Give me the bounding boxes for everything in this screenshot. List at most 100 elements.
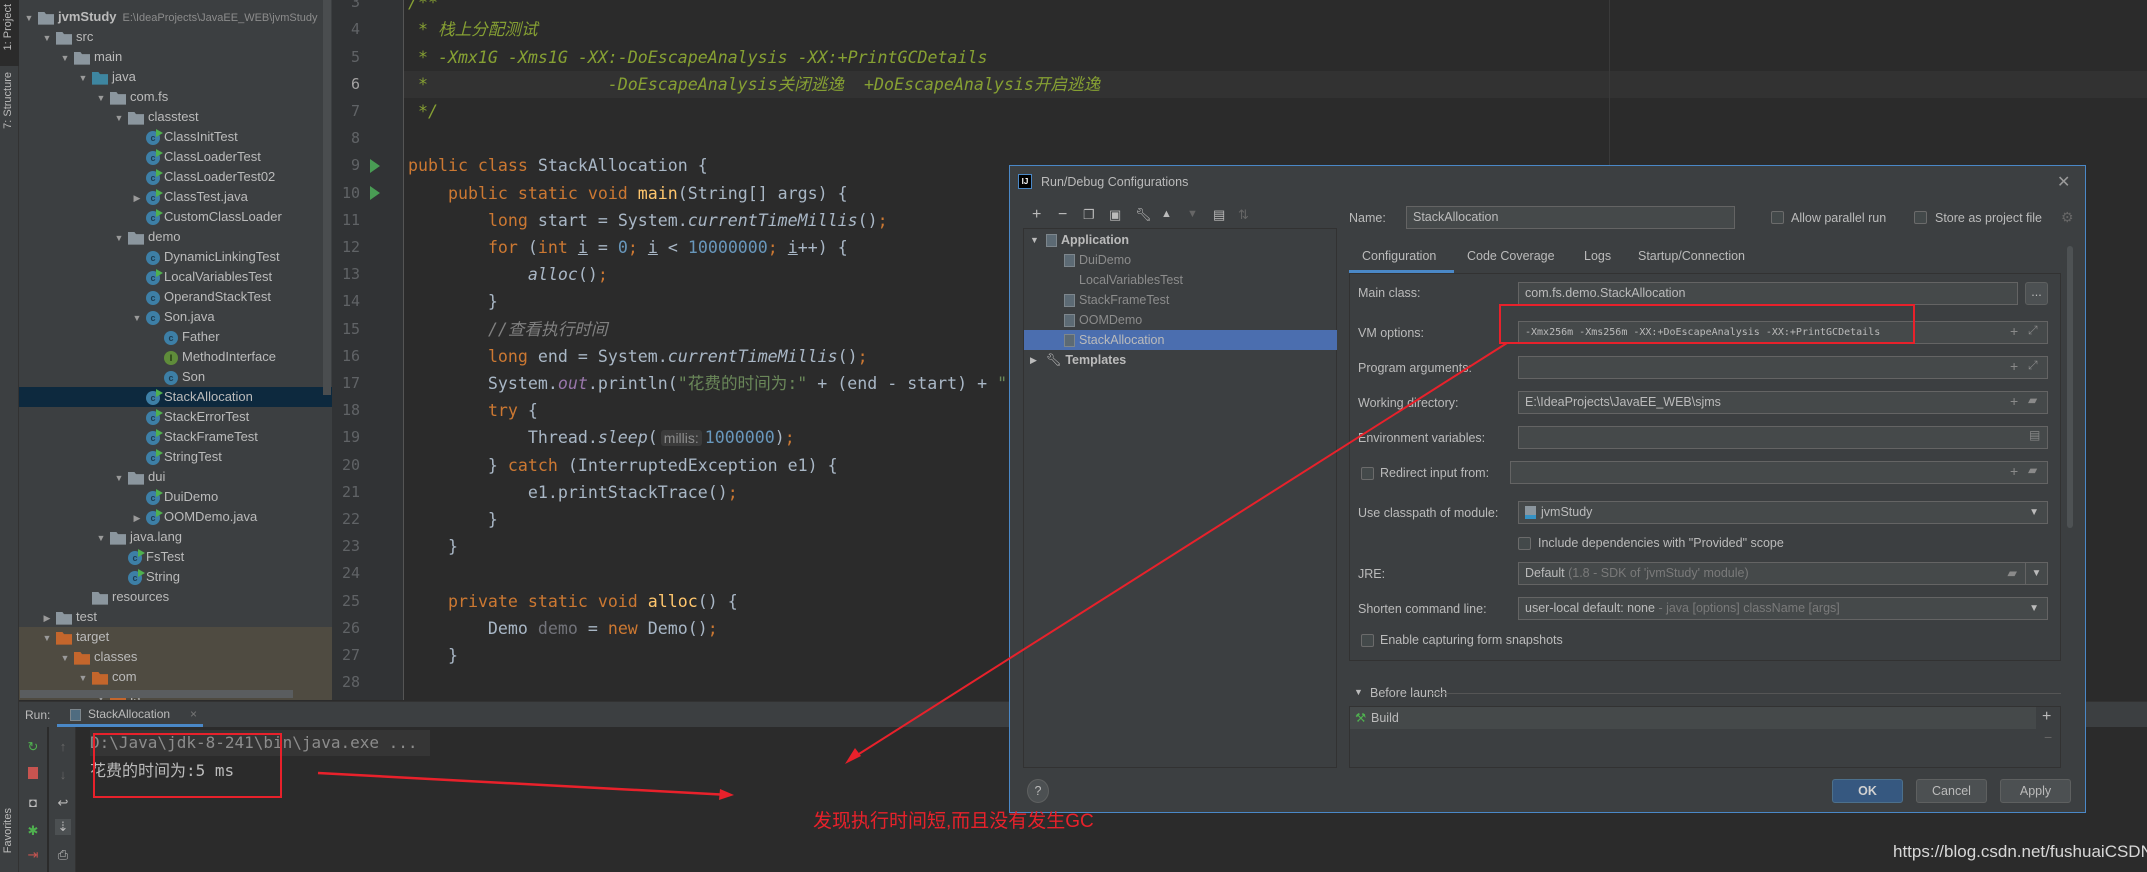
working-directory-input[interactable]: E:\IdeaProjects\JavaEE_WEB\sjms: [1518, 391, 2048, 414]
tree-item[interactable]: ▼ c Son.java: [19, 307, 332, 327]
tree-item[interactable]: ▼ target: [19, 627, 332, 647]
add-config-icon[interactable]: +: [1032, 206, 1041, 224]
tree-item[interactable]: c Father: [19, 327, 332, 347]
tree-item[interactable]: ▼ com: [19, 667, 332, 687]
jre-select[interactable]: Default (1.8 - SDK of 'jvmStudy' module)…: [1518, 562, 2048, 585]
collapse-arrow-icon[interactable]: ▶: [128, 188, 146, 208]
run-tab-stackallocation[interactable]: StackAllocation ×: [57, 702, 203, 727]
tree-item[interactable]: ▼ classtest: [19, 107, 332, 127]
tree-item[interactable]: ▼ dui: [19, 467, 332, 487]
move-up-icon[interactable]: ▲: [1161, 208, 1172, 220]
tree-vertical-scrollbar[interactable]: [323, 0, 331, 395]
tree-item[interactable]: ▶ test: [19, 607, 332, 627]
code-line[interactable]: [404, 125, 2147, 152]
tree-horizontal-scrollbar[interactable]: [20, 690, 293, 698]
close-tab-icon[interactable]: ×: [190, 707, 197, 721]
redirect-input-checkbox[interactable]: [1361, 467, 1374, 480]
expand-arrow-icon[interactable]: ▼: [110, 108, 128, 128]
tree-item[interactable]: ▼ src: [19, 27, 332, 47]
down-arrow-icon[interactable]: ↓: [55, 767, 71, 783]
tree-item[interactable]: c StackErrorTest: [19, 407, 332, 427]
project-tool-tab[interactable]: 1: Project: [0, 0, 19, 66]
tab-configuration[interactable]: Configuration: [1362, 249, 1436, 263]
collapse-arrow-icon[interactable]: ▶: [38, 608, 56, 628]
close-icon[interactable]: ✕: [2057, 172, 2070, 192]
browse-folder-icon[interactable]: ▰: [2028, 463, 2037, 477]
remove-task-icon[interactable]: −: [2044, 729, 2052, 745]
before-launch-collapse-icon[interactable]: ▼: [1354, 687, 1363, 697]
debug-bug-icon[interactable]: ✱: [25, 823, 41, 839]
scroll-to-end-icon[interactable]: ⇣: [55, 819, 71, 835]
tree-item-localvariablestest[interactable]: LocalVariablesTest: [1024, 270, 1337, 290]
run-gutter-icon[interactable]: [370, 159, 380, 173]
before-launch-item-build[interactable]: ⚒ Build: [1350, 707, 2036, 729]
panel-scrollbar[interactable]: [2067, 246, 2073, 528]
structure-tool-tab[interactable]: 7: Structure: [0, 72, 19, 152]
expand-arrow-icon[interactable]: ▼: [38, 28, 56, 48]
configuration-tree[interactable]: ▼ Application DuiDemo LocalVariablesTest…: [1023, 228, 1337, 768]
expand-arrow-icon[interactable]: ▼: [56, 48, 74, 68]
browse-folder-icon[interactable]: ▰: [2007, 563, 2017, 584]
name-input[interactable]: StackAllocation: [1406, 206, 1735, 229]
tree-item[interactable]: c ClassLoaderTest02: [19, 167, 332, 187]
tree-item-stackframetest[interactable]: StackFrameTest: [1024, 290, 1337, 310]
expand-plus-icon[interactable]: +: [2010, 323, 2018, 339]
tree-item[interactable]: ▼ demo: [19, 227, 332, 247]
tree-item[interactable]: c StackFrameTest: [19, 427, 332, 447]
tab-code-coverage[interactable]: Code Coverage: [1467, 249, 1555, 263]
expand-arrow-icon[interactable]: ▼: [110, 468, 128, 488]
expand-arrow-icon[interactable]: ▼: [110, 228, 128, 248]
program-arguments-input[interactable]: [1518, 356, 2048, 379]
tree-item[interactable]: c ClassLoaderTest: [19, 147, 332, 167]
include-provided-checkbox[interactable]: [1518, 537, 1531, 550]
classpath-module-select[interactable]: jvmStudy ▼: [1518, 501, 2048, 524]
expand-arrow-icon[interactable]: ▼: [74, 668, 92, 688]
tree-item[interactable]: ▼ com.fs: [19, 87, 332, 107]
remove-config-icon[interactable]: −: [1058, 206, 1067, 224]
form-snapshots-checkbox[interactable]: [1361, 634, 1374, 647]
rerun-icon[interactable]: ↻: [25, 739, 41, 755]
insert-macro-plus-icon[interactable]: +: [2010, 463, 2018, 479]
print-icon[interactable]: ⎙: [55, 847, 71, 863]
expand-arrow-icon[interactable]: ▼: [56, 648, 74, 668]
code-line[interactable]: */: [404, 98, 2147, 125]
main-class-input[interactable]: com.fs.demo.StackAllocation: [1518, 282, 2018, 305]
before-launch-list[interactable]: ⚒ Build + −: [1349, 706, 2061, 768]
tree-item[interactable]: ▼ java: [19, 67, 332, 87]
expand-field-icon[interactable]: ⤢: [2028, 358, 2038, 373]
tree-item[interactable]: ▼ classes: [19, 647, 332, 667]
edit-env-vars-icon[interactable]: ▤: [2029, 428, 2040, 442]
expand-arrow-icon[interactable]: ▼: [92, 528, 110, 548]
browse-main-class-button[interactable]: ...: [2025, 282, 2048, 305]
add-task-icon[interactable]: +: [2042, 708, 2051, 726]
copy-config-icon[interactable]: ❐: [1083, 207, 1095, 223]
expand-arrow-icon[interactable]: ▼: [92, 88, 110, 108]
tree-item[interactable]: ▼ main: [19, 47, 332, 67]
code-line[interactable]: * -DoEscapeAnalysis关闭逃逸 +DoEscapeAnalysi…: [404, 70, 2147, 98]
exit-icon[interactable]: ⇥: [25, 847, 41, 863]
code-line[interactable]: * -Xmx1G -Xms1G -XX:-DoEscapeAnalysis -X…: [404, 44, 2147, 71]
redirect-input-field[interactable]: [1510, 461, 2048, 484]
tab-startup-connection[interactable]: Startup/Connection: [1638, 249, 1745, 263]
favorites-tool-tab[interactable]: Favorites: [0, 808, 19, 872]
tree-item[interactable]: c StackAllocation: [19, 387, 332, 407]
expand-arrow-icon[interactable]: ▼: [20, 8, 38, 28]
stop-icon[interactable]: [28, 767, 38, 779]
vm-options-input[interactable]: -Xmx256m -Xms256m -XX:+DoEscapeAnalysis …: [1518, 321, 2048, 344]
tree-item[interactable]: ▶ c OOMDemo.java: [19, 507, 332, 527]
collapse-arrow-icon[interactable]: ▶: [128, 508, 146, 528]
tree-item[interactable]: ▼ jvmStudy E:\IdeaProjects\JavaEE_WEB\jvmS…: [19, 7, 332, 27]
tree-item-duidemo[interactable]: DuiDemo: [1024, 250, 1337, 270]
tree-item[interactable]: resources: [19, 587, 332, 607]
cancel-button[interactable]: Cancel: [1916, 779, 1987, 803]
tree-item[interactable]: c OperandStackTest: [19, 287, 332, 307]
browse-folder-icon[interactable]: ▰: [2028, 393, 2037, 407]
up-arrow-icon[interactable]: ↑: [55, 739, 71, 755]
tree-item[interactable]: c String: [19, 567, 332, 587]
move-down-icon[interactable]: ▼: [1187, 208, 1198, 220]
expand-arrow-icon[interactable]: ▼: [74, 68, 92, 88]
shorten-command-line-select[interactable]: user-local default: none - java [options…: [1518, 597, 2048, 620]
edit-defaults-wrench-icon[interactable]: 🔧︎: [1135, 207, 1152, 223]
tree-item[interactable]: c DynamicLinkingTest: [19, 247, 332, 267]
ok-button[interactable]: OK: [1832, 779, 1903, 803]
